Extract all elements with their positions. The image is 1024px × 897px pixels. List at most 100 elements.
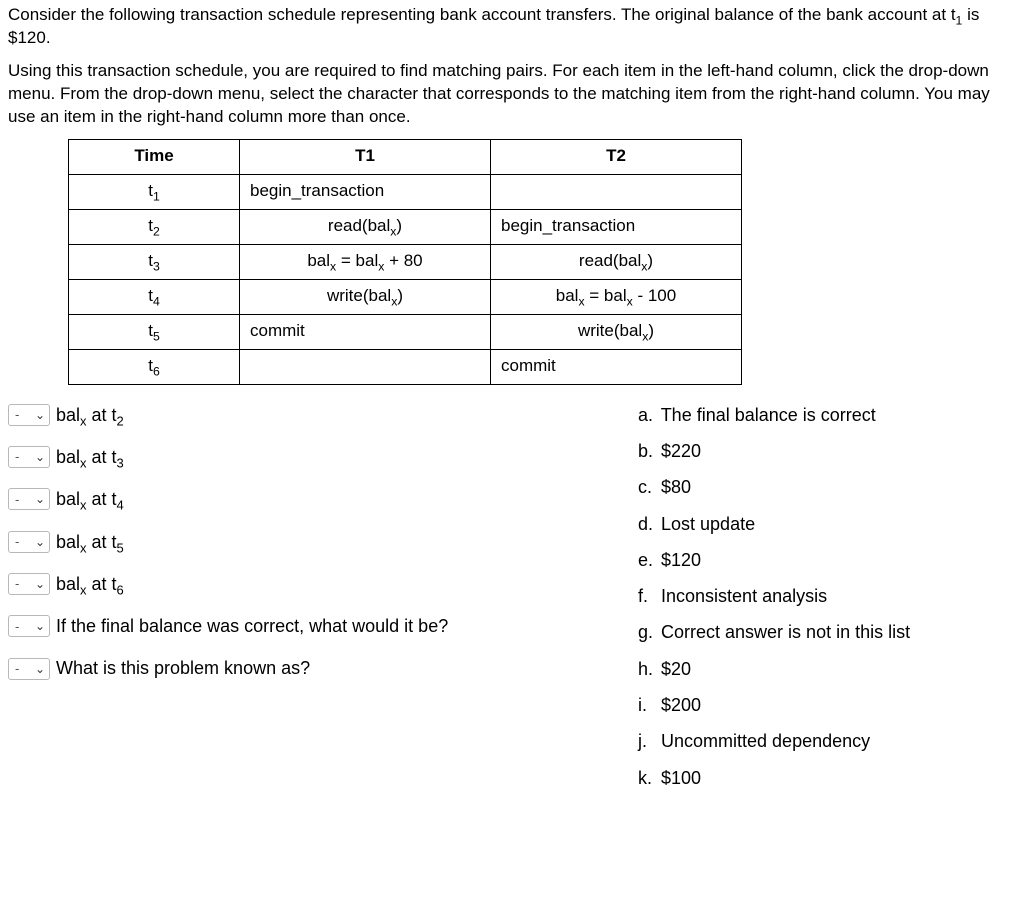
chevron-down-icon: ⌄ — [35, 409, 45, 421]
answer-select[interactable]: - ⌄ — [8, 404, 50, 426]
answer-select[interactable]: - ⌄ — [8, 658, 50, 680]
q-sub2: 3 — [117, 456, 124, 471]
answer-select[interactable]: - ⌄ — [8, 573, 50, 595]
cell-time: t3 — [69, 244, 240, 279]
answer-option: k. $100 — [638, 766, 1016, 790]
cell-time: t1 — [69, 174, 240, 209]
answer-option: b. $220 — [638, 439, 1016, 463]
cell-t2: read(balx) — [491, 244, 742, 279]
time-sub: 6 — [153, 365, 160, 379]
answer-letter: k. — [638, 766, 656, 790]
q-sub2: 2 — [117, 413, 124, 428]
intro-text: Consider the following transaction sched… — [8, 4, 1016, 129]
select-value: - — [15, 618, 19, 636]
op-mid: = bal — [585, 286, 627, 305]
answer-option: j. Uncommitted dependency — [638, 729, 1016, 753]
question-label: balx at t6 — [56, 572, 124, 596]
page: Consider the following transaction sched… — [0, 0, 1024, 822]
op-post: + 80 — [384, 251, 422, 270]
answer-select[interactable]: - ⌄ — [8, 488, 50, 510]
qa-area: - ⌄ balx at t2 - ⌄ balx at t3 — [8, 403, 1016, 802]
op-pre: read(bal — [328, 216, 390, 235]
q-pre: bal — [56, 447, 80, 467]
op-pre: bal — [307, 251, 330, 270]
question-label: balx at t5 — [56, 530, 124, 554]
op-pre: write(bal — [327, 286, 391, 305]
select-value: - — [15, 533, 19, 551]
answer-select[interactable]: - ⌄ — [8, 615, 50, 637]
op-post: ) — [397, 286, 403, 305]
answer-letter: d. — [638, 512, 656, 536]
chevron-down-icon: ⌄ — [35, 493, 45, 505]
question-label: balx at t4 — [56, 487, 124, 511]
question-row: - ⌄ balx at t3 — [8, 445, 608, 469]
answer-option: g. Correct answer is not in this list — [638, 620, 1016, 644]
question-row: - ⌄ What is this problem known as? — [8, 656, 608, 680]
answer-select[interactable]: - ⌄ — [8, 446, 50, 468]
select-value: - — [15, 406, 19, 424]
cell-t1: begin_transaction — [240, 174, 491, 209]
answer-text: $220 — [661, 441, 701, 461]
answer-letter: h. — [638, 657, 656, 681]
schedule-wrapper: Time T1 T2 t1 begin_transaction t2 read(… — [68, 139, 1016, 385]
table-row: t5 commit write(balx) — [69, 314, 742, 349]
answer-letter: c. — [638, 475, 656, 499]
q-mid: at t — [87, 405, 117, 425]
answer-select[interactable]: - ⌄ — [8, 531, 50, 553]
table-header-row: Time T1 T2 — [69, 139, 742, 174]
header-t2: T2 — [491, 139, 742, 174]
select-value: - — [15, 575, 19, 593]
select-value: - — [15, 491, 19, 509]
answer-option: d. Lost update — [638, 512, 1016, 536]
table-row: t6 commit — [69, 349, 742, 384]
answer-text: Correct answer is not in this list — [661, 622, 910, 642]
answer-letter: b. — [638, 439, 656, 463]
question-row: - ⌄ balx at t4 — [8, 487, 608, 511]
question-row: - ⌄ balx at t6 — [8, 572, 608, 596]
chevron-down-icon: ⌄ — [35, 451, 45, 463]
table-row: t1 begin_transaction — [69, 174, 742, 209]
q-pre: bal — [56, 532, 80, 552]
time-sub: 2 — [153, 225, 160, 239]
cell-t2 — [491, 174, 742, 209]
cell-t1 — [240, 349, 491, 384]
cell-t2: commit — [491, 349, 742, 384]
answer-option: i. $200 — [638, 693, 1016, 717]
answer-letter: a. — [638, 403, 656, 427]
question-label: balx at t3 — [56, 445, 124, 469]
answer-option: a. The final balance is correct — [638, 403, 1016, 427]
answer-letter: i. — [638, 693, 656, 717]
questions-column: - ⌄ balx at t2 - ⌄ balx at t3 — [8, 403, 608, 699]
time-sub: 3 — [153, 260, 160, 274]
table-row: t4 write(balx) balx = balx - 100 — [69, 279, 742, 314]
answer-text: $120 — [661, 550, 701, 570]
select-value: - — [15, 448, 19, 466]
cell-time: t2 — [69, 209, 240, 244]
question-label: What is this problem known as? — [56, 656, 310, 680]
cell-t2: balx = balx - 100 — [491, 279, 742, 314]
op-post: ) — [648, 321, 654, 340]
cell-time: t5 — [69, 314, 240, 349]
question-row: - ⌄ balx at t5 — [8, 530, 608, 554]
q-pre: bal — [56, 574, 80, 594]
answer-text: $100 — [661, 768, 701, 788]
answer-option: e. $120 — [638, 548, 1016, 572]
cell-time: t6 — [69, 349, 240, 384]
answer-text: Inconsistent analysis — [661, 586, 827, 606]
question-row: - ⌄ balx at t2 — [8, 403, 608, 427]
answer-letter: g. — [638, 620, 656, 644]
op-post: ) — [647, 251, 653, 270]
answer-text: $200 — [661, 695, 701, 715]
q-sub2: 6 — [117, 582, 124, 597]
cell-t2: begin_transaction — [491, 209, 742, 244]
answer-text: Lost update — [661, 514, 755, 534]
op-mid: = bal — [336, 251, 378, 270]
op-pre: write(bal — [578, 321, 642, 340]
cell-t2: write(balx) — [491, 314, 742, 349]
answer-letter: e. — [638, 548, 656, 572]
q-mid: at t — [87, 489, 117, 509]
header-t1: T1 — [240, 139, 491, 174]
chevron-down-icon: ⌄ — [35, 620, 45, 632]
intro-paragraph-2: Using this transaction schedule, you are… — [8, 60, 1016, 129]
q-pre: bal — [56, 405, 80, 425]
